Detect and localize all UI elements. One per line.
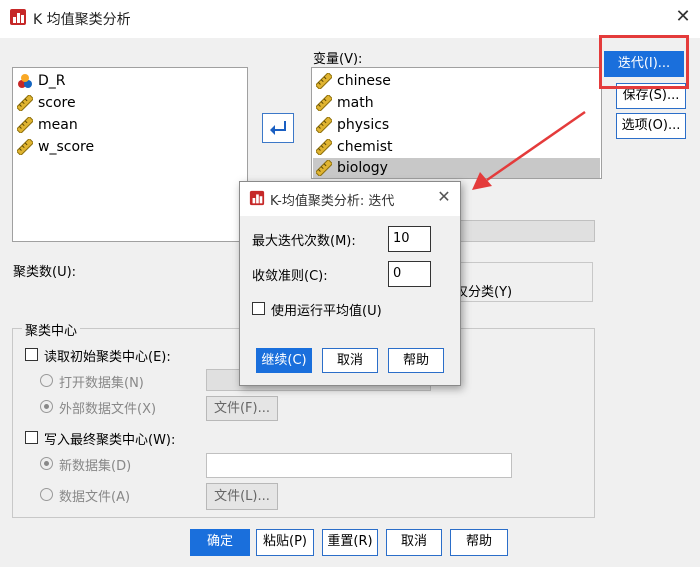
list-item-label: biology xyxy=(337,160,388,176)
arrow-left-icon xyxy=(270,121,286,135)
close-icon[interactable]: ✕ xyxy=(672,6,694,28)
list-item[interactable]: D_R xyxy=(17,71,66,91)
running-mean-checkbox[interactable] xyxy=(252,302,265,315)
write-final-checkbox[interactable] xyxy=(25,431,38,444)
scale-ruler-icon xyxy=(316,73,332,89)
list-item[interactable]: math xyxy=(316,93,374,113)
list-item-label: score xyxy=(38,95,76,111)
file-button-2[interactable]: 文件(L)... xyxy=(206,483,278,510)
list-item[interactable]: w_score xyxy=(17,137,94,157)
paste-button[interactable]: 粘贴(P) xyxy=(256,529,314,556)
list-item-label: math xyxy=(337,95,374,111)
list-item-label: physics xyxy=(337,117,390,133)
title-bar: K 均值聚类分析 ✕ xyxy=(0,0,700,38)
external-file-radio[interactable] xyxy=(40,400,53,413)
iterate-dialog-title: K-均值聚类分析: 迭代 xyxy=(270,194,395,209)
dialog-help-button[interactable]: 帮助 xyxy=(388,348,444,373)
open-dataset-label: 打开数据集(N) xyxy=(59,376,144,391)
max-iterations-input[interactable]: 10 xyxy=(388,226,431,252)
read-initial-label: 读取初始聚类中心(E): xyxy=(44,350,171,365)
max-iterations-label: 最大迭代次数(M): xyxy=(252,234,356,249)
new-dataset-name-field[interactable] xyxy=(206,453,512,478)
variables-label: 变量(V): xyxy=(313,52,363,67)
scale-ruler-icon xyxy=(17,117,33,133)
scale-ruler-icon xyxy=(17,139,33,155)
running-mean-label: 使用运行平均值(U) xyxy=(271,304,382,319)
read-initial-checkbox[interactable] xyxy=(25,348,38,361)
options-button[interactable]: 选项(O)... xyxy=(616,113,686,139)
nominal-icon xyxy=(18,74,32,88)
classify-only-label[interactable]: 仅分类(Y) xyxy=(455,281,512,300)
scale-ruler-icon xyxy=(17,95,33,111)
ok-button[interactable]: 确定 xyxy=(190,529,250,556)
window-title: K 均值聚类分析 xyxy=(33,12,131,28)
clusters-label: 聚类数(U): xyxy=(13,265,77,280)
annotation-highlight-box xyxy=(599,35,689,89)
list-item[interactable]: physics xyxy=(316,115,389,135)
iterate-dialog-titlebar: K-均值聚类分析: 迭代 ✕ xyxy=(240,182,460,216)
list-item-selected[interactable]: biology xyxy=(313,158,600,178)
help-button[interactable]: 帮助 xyxy=(450,529,508,556)
list-item-label: mean xyxy=(38,117,78,133)
data-file-label: 数据文件(A) xyxy=(59,490,131,505)
app-icon xyxy=(10,9,26,25)
list-item-label: chinese xyxy=(337,73,391,89)
app-icon xyxy=(249,190,265,206)
dialog-cancel-button[interactable]: 取消 xyxy=(322,348,378,373)
convergence-input[interactable]: 0 xyxy=(388,261,431,287)
scale-ruler-icon xyxy=(316,160,332,176)
write-final-label: 写入最终聚类中心(W): xyxy=(44,433,176,448)
variables-list[interactable]: chinese math physics chemist biology xyxy=(311,67,602,179)
list-item[interactable]: mean xyxy=(17,115,78,135)
file-button-1[interactable]: 文件(F)... xyxy=(206,396,278,421)
list-item[interactable]: score xyxy=(17,93,76,113)
list-item-label: w_score xyxy=(38,139,95,155)
scale-ruler-icon xyxy=(316,117,332,133)
label-cases-field[interactable] xyxy=(440,220,595,242)
move-variables-button[interactable] xyxy=(262,113,294,143)
scale-ruler-icon xyxy=(316,95,332,111)
iterate-dialog: K-均值聚类分析: 迭代 ✕ 最大迭代次数(M): 10 收敛准则(C): 0 … xyxy=(239,181,461,386)
cancel-button[interactable]: 取消 xyxy=(386,529,442,556)
list-item-label: chemist xyxy=(337,139,393,155)
reset-button[interactable]: 重置(R) xyxy=(322,529,378,556)
open-dataset-radio[interactable] xyxy=(40,374,53,387)
external-file-label: 外部数据文件(X) xyxy=(59,402,157,417)
continue-button[interactable]: 继续(C) xyxy=(256,348,312,373)
convergence-label: 收敛准则(C): xyxy=(252,269,328,284)
close-icon[interactable]: ✕ xyxy=(434,187,454,207)
new-dataset-radio[interactable] xyxy=(40,457,53,470)
data-file-radio[interactable] xyxy=(40,488,53,501)
list-item[interactable]: chemist xyxy=(316,137,393,157)
scale-ruler-icon xyxy=(316,139,332,155)
cluster-centers-legend: 聚类中心 xyxy=(22,320,81,339)
new-dataset-label: 新数据集(D) xyxy=(59,459,132,474)
list-item[interactable]: chinese xyxy=(316,71,391,91)
list-item-label: D_R xyxy=(38,73,66,89)
source-variable-list[interactable]: D_R score mean w_score xyxy=(12,67,248,242)
